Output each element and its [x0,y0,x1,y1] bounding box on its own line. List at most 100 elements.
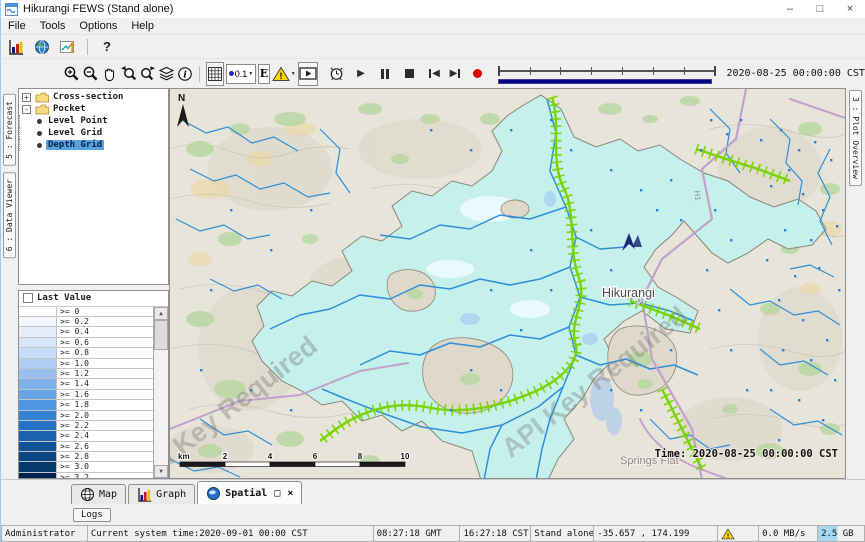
pause-button[interactable] [377,62,394,86]
scrollbar-track[interactable] [154,320,168,465]
labels-toggle-button[interactable]: E [258,64,270,84]
legend-row[interactable]: >= 0.6 [19,338,153,348]
legend-row[interactable]: >= 3.0 [19,462,153,472]
tree-node-label: Depth Grid [46,140,104,150]
contour-threshold-dropdown[interactable]: 0.1 ▼ [226,64,256,84]
layers-button[interactable] [158,62,175,86]
spatial-display-button[interactable] [57,37,79,57]
legend-panel: Last Value >= 0>= 0.2>= 0.4>= 0.6>= 0.8>… [18,290,169,479]
step-forward-button[interactable]: ▶ [447,62,464,86]
legend-swatch [19,462,57,471]
menu-tools[interactable]: Tools [33,19,73,33]
timer-button[interactable] [328,62,345,86]
legend-label: >= 2.6 [57,442,153,451]
map-canvas[interactable]: H1 [170,89,846,479]
legend-row[interactable]: >= 2.8 [19,452,153,462]
zoom-next-button[interactable] [139,62,156,86]
legend-scrollbar[interactable]: ▲ ▼ [154,307,168,478]
menu-file[interactable]: File [1,19,33,33]
tab-restore-icon[interactable]: □ [274,488,280,499]
tab-label: Spatial [225,488,267,499]
legend-swatch [19,317,57,326]
legend-row[interactable]: >= 1.2 [19,369,153,379]
spatial-globe-icon [206,486,221,501]
tree-row[interactable]: Level Point [19,115,168,127]
pan-button[interactable] [101,62,118,86]
status-local-time: 16:27:18 CST [459,525,530,542]
animation-dialog-button[interactable] [298,62,318,86]
legend-row[interactable]: >= 1.6 [19,390,153,400]
minimize-button[interactable]: – [775,3,805,15]
map-view[interactable]: H1 [169,88,846,479]
zoom-out-button[interactable] [82,62,99,86]
shortcut-tab-plot-overview[interactable]: 3 : Plot Overview [849,90,862,186]
toolbar-separator [199,66,200,82]
tree-row[interactable]: Depth Grid [19,139,168,151]
map-globe-icon [80,487,95,502]
legend-swatch [19,369,57,378]
legend-row[interactable]: >= 1.4 [19,379,153,389]
menu-options[interactable]: Options [72,19,124,33]
legend-swatch [19,379,57,388]
tree-row[interactable]: +Cross-section [19,91,168,103]
scroll-down-button[interactable]: ▼ [154,465,168,478]
legend-row[interactable]: >= 2.6 [19,442,153,452]
timeseries-dialog-button[interactable] [5,37,27,57]
legend-row[interactable]: >= 0.8 [19,348,153,358]
legend-swatch [19,359,57,368]
tree-expander-icon[interactable]: + [22,93,31,102]
tree-row[interactable]: Level Grid [19,127,168,139]
legend-row[interactable]: >= 1.0 [19,359,153,369]
explorer-tree: +Cross-section - PocketLevel PointLevel Gr… [18,88,169,285]
close-button[interactable]: × [835,3,865,15]
tab-graph[interactable]: Graph [128,484,195,504]
help-button[interactable]: ? [96,37,118,57]
warning-icon: ! [721,528,735,540]
record-button[interactable] [469,62,486,86]
map-display-button[interactable] [31,37,53,57]
legend-label: >= 2.8 [57,452,153,461]
legend-row[interactable]: >= 1.8 [19,400,153,410]
legend-swatch [19,473,57,478]
stop-button[interactable] [402,62,419,86]
status-warning[interactable]: ! [717,525,758,542]
maximize-button[interactable]: □ [805,3,835,15]
shortcut-tab-data-viewer[interactable]: 6 : Data Viewer [3,172,16,258]
legend-row[interactable]: >= 2.4 [19,431,153,441]
tree-row[interactable]: - Pocket [19,103,168,115]
play-button[interactable]: ▶ [353,62,370,86]
legend-row[interactable]: >= 2.0 [19,411,153,421]
scroll-up-button[interactable]: ▲ [154,307,168,320]
map-toolbar: i 0.1 ▼ E ! ▼ ▶ ◀ ▶ 2020-08-2 [1,58,865,88]
tab-label: Map [99,489,117,500]
step-backward-button[interactable]: ◀ [426,62,443,86]
legend-row[interactable]: >= 0.4 [19,327,153,337]
zoom-in-button[interactable] [63,62,80,86]
tree-node-label: Pocket [51,104,88,114]
info-button[interactable]: i [177,62,194,86]
logs-button[interactable]: Logs [73,508,111,522]
shortcut-tab-forecast[interactable]: 5 : Forecast [3,94,16,166]
legend-row[interactable]: >= 0 [19,307,153,317]
grid-display-button[interactable] [206,62,224,86]
legend-swatch [19,431,57,440]
tree-indent [19,139,35,151]
tab-spatial[interactable]: Spatial □ × [197,481,302,504]
legend-row[interactable]: >= 0.2 [19,317,153,327]
last-value-checkbox[interactable] [23,293,33,303]
timeline-slider[interactable] [498,62,717,86]
data-viewer-panel: +Cross-section - PocketLevel PointLevel Gr… [18,88,169,479]
thresholds-warning-dropdown[interactable]: ! ▼ [272,62,296,86]
zoom-previous-button[interactable] [120,62,137,86]
legend-header: Last Value [19,291,168,307]
threshold-value: 0.1 [235,69,248,79]
legend-label: >= 2.0 [57,411,153,420]
legend-row[interactable]: >= 2.2 [19,421,153,431]
legend-label: >= 2.2 [57,421,153,430]
scrollbar-thumb[interactable] [154,320,168,350]
tree-expander-icon[interactable]: - [22,105,31,114]
tab-close-icon[interactable]: × [287,488,293,499]
legend-row[interactable]: >= 3.2 [19,473,153,478]
tab-map[interactable]: Map [71,484,126,504]
menu-help[interactable]: Help [124,19,161,33]
